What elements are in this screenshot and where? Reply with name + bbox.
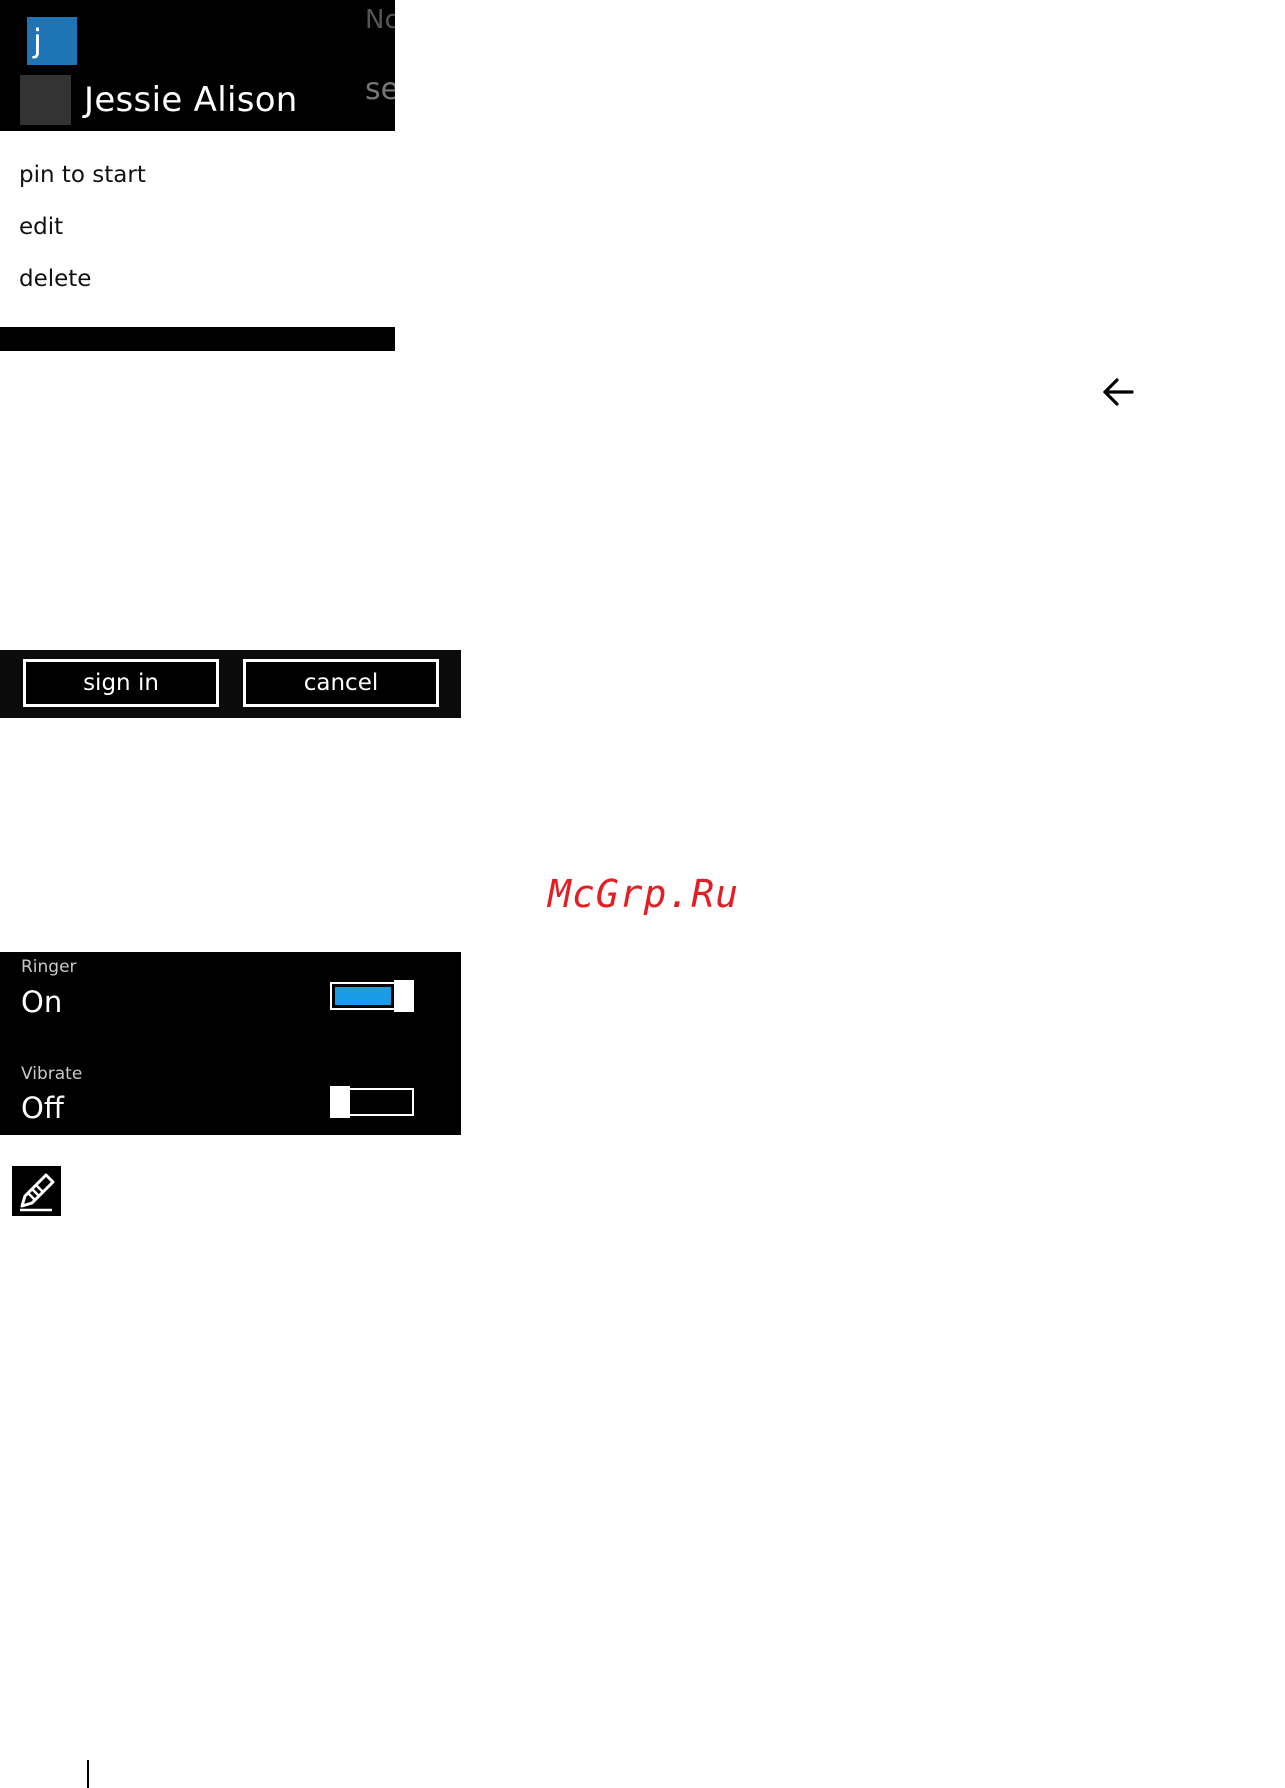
pencil-note-icon — [12, 1166, 61, 1216]
contact-avatar — [20, 75, 71, 125]
vibrate-state: Off — [21, 1091, 64, 1125]
clipped-text-bottom: se — [365, 72, 395, 107]
clipped-text-top: Nc — [365, 5, 395, 35]
contact-name[interactable]: Jessie Alison — [84, 78, 298, 122]
sign-in-button-bar: sign in cancel — [0, 650, 461, 718]
contact-context-menu-figure: j Jessie Alison Nc se pin to start edit … — [0, 0, 395, 351]
menu-item-delete[interactable]: delete — [19, 263, 91, 295]
watermark: McGrp.Ru — [548, 872, 740, 916]
cancel-button[interactable]: cancel — [243, 659, 439, 707]
page-margin-rule — [87, 1760, 89, 1788]
vibrate-toggle-switch[interactable] — [330, 1086, 414, 1118]
menu-footer-bar — [0, 327, 395, 351]
back-arrow-icon[interactable] — [1100, 374, 1136, 410]
menu-item-edit[interactable]: edit — [19, 211, 63, 243]
menu-item-pin-to-start[interactable]: pin to start — [19, 159, 146, 191]
ringer-label: Ringer — [21, 957, 77, 977]
sign-in-button[interactable]: sign in — [23, 659, 219, 707]
contact-header: j Jessie Alison Nc se — [0, 0, 395, 131]
letter-tile[interactable]: j — [27, 17, 77, 65]
ringer-toggle-switch[interactable] — [330, 980, 414, 1012]
vibrate-label: Vibrate — [21, 1064, 83, 1084]
ringer-state: On — [21, 985, 63, 1019]
